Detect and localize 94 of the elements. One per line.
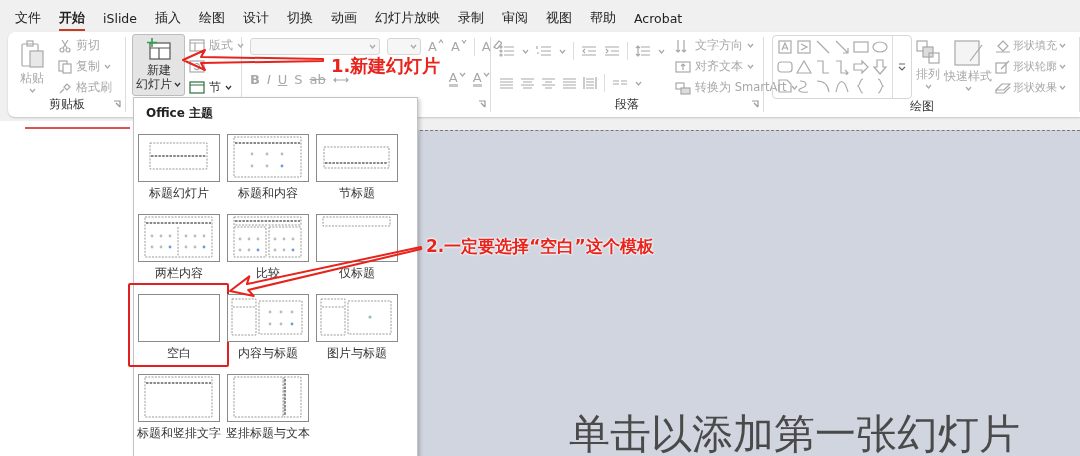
layout-preview-icon [138,294,220,342]
section-button[interactable]: 节 [189,79,244,96]
dialog-launcher-icon [478,100,486,108]
arrow-up-icon [437,39,444,44]
layout-preview-icon [138,374,220,422]
bullets-icon [499,45,515,57]
rounded-rectangle-icon [777,58,793,75]
smartart-icon [675,80,691,95]
slide-canvas[interactable]: 2.一定要选择“空白”这个模板 单击以添加第一张幻灯片 [415,130,1080,456]
numbering-icon [536,45,552,57]
section-icon [189,81,205,94]
elbow-connector-icon [815,58,831,75]
layout-option[interactable]: 空白 [138,294,220,361]
font-name-field[interactable] [250,38,380,55]
layout-preview-icon [227,294,309,342]
arrange-icon [915,39,941,65]
button-label-line: 新建 [146,63,171,77]
arc-icon [815,78,831,95]
new-slide-button[interactable]: 新建 幻灯片 [132,34,185,96]
layout-preview-icon [138,214,220,262]
layout-option[interactable]: 标题和竖排文字 [138,374,220,441]
oval-icon [872,39,888,55]
copy-icon [58,59,72,74]
layout-preview-icon [316,294,398,342]
vertical-text-box-icon [796,39,812,55]
new-slide-icon [145,37,172,61]
increase-indent-icon [604,45,620,57]
line-spacing-icon [635,45,651,57]
align-left-icon [499,77,513,89]
layout-preview-icon [138,134,220,182]
ribbon-tab[interactable]: 文件 [6,7,50,31]
line-icon [815,39,831,55]
down-arrow-icon [872,58,888,75]
group-label: 绘图 [909,99,934,114]
font-size-field[interactable] [387,38,421,55]
group-label: 段落 [615,96,639,112]
layout-option[interactable]: 两栏内容 [138,214,220,281]
ribbon-tab[interactable]: 设计 [234,7,278,31]
layout-preview-icon [316,214,398,262]
layout-option[interactable]: 标题和内容 [227,134,309,201]
ribbon-tab[interactable]: iSlide [94,8,146,30]
layout-option[interactable]: 内容与标题 [227,294,309,361]
slide-reset-icon [189,60,205,73]
right-arrow-icon [853,58,869,75]
scissors-icon [58,38,72,53]
layout-preview-icon [227,134,309,182]
align-right-icon [541,77,555,89]
layout-option[interactable]: 节标题 [316,134,398,201]
layout-preview-icon [227,374,309,422]
layout-icon [189,39,205,52]
elbow-arrow-icon [834,58,850,75]
ribbon-tab[interactable]: 插入 [146,7,190,31]
ribbon-tab[interactable]: 动画 [322,7,366,31]
annotation-text: 1.新建幻灯片 [331,56,441,76]
triangle-icon [796,58,812,75]
distributed-icon [583,77,597,89]
more-icon [898,63,906,71]
group-label: 剪贴板 [48,96,85,112]
shape-effects-icon [995,80,1011,95]
text-box-icon [777,39,793,55]
style-brush-icon [953,39,983,67]
layout-option[interactable]: 竖排标题与文本 [227,374,309,441]
layout-option[interactable]: 仅标题 [316,214,398,281]
line-arrow-icon [834,39,850,55]
clipboard-icon [19,39,45,69]
rectangle-icon [853,39,869,55]
layout-option[interactable]: 图片与标题 [316,294,398,361]
dialog-launcher-icon [113,100,121,108]
pencil-icon [995,59,1011,74]
ribbon-tab[interactable]: 审阅 [493,7,537,31]
layout-preview-icon [227,214,309,262]
justify-icon [562,77,576,89]
paint-bucket-icon [995,38,1011,53]
ribbon-tab[interactable]: 幻灯片放映 [366,7,449,31]
eraser-icon [491,39,502,49]
align-center-icon [520,77,534,89]
menu-heading: Office 主题 [145,105,214,122]
decrease-indent-icon [581,45,597,57]
layout-preview-icon [316,134,398,182]
ribbon-tab[interactable]: Acrobat [625,8,692,30]
ribbon-tab[interactable]: 绘图 [190,7,234,31]
dialog-launcher-icon [751,100,759,108]
ribbon-tab[interactable]: 录制 [449,7,493,31]
ribbon-tab[interactable]: 视图 [537,7,581,31]
button-label-line: 幻灯片 [136,77,172,91]
curve-icon [834,78,850,95]
ribbon-tab[interactable]: 帮助 [581,7,625,31]
ribbon-tab[interactable]: 开始 [50,7,94,31]
slide-title-placeholder[interactable]: 单击以添加第一张幻灯片 [569,412,1020,456]
layout-option[interactable]: 标题幻灯片 [138,134,220,201]
arrow-down-icon [460,39,467,44]
align-text-icon [675,59,691,74]
annotation-text: 2.一定要选择“空白”这个模板 [426,236,654,257]
ribbon-tab[interactable]: 切换 [278,7,322,31]
